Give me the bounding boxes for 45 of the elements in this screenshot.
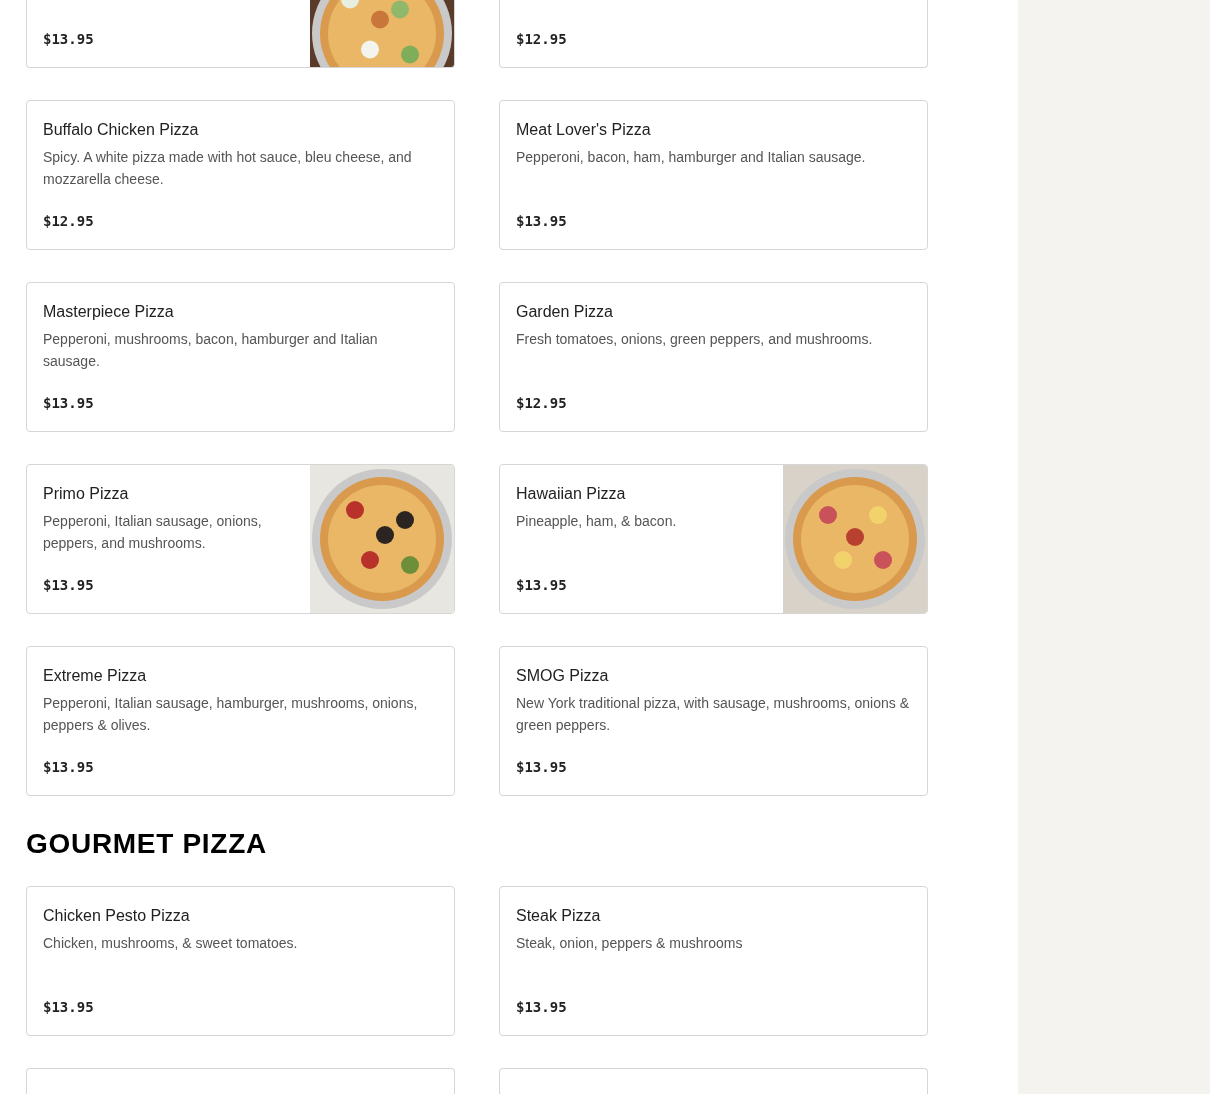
item-price: $12.95	[43, 212, 95, 230]
item-name: Extreme Pizza	[43, 666, 148, 686]
menu-item-card[interactable]: Steak Pizza Steak, onion, peppers & mushrooms $13.95	[499, 886, 928, 1036]
item-description: New York traditional pizza, with sausage, mushrooms, onions & green peppers.	[516, 694, 910, 735]
menu-item-card[interactable]: $12.95	[499, 0, 928, 68]
item-price: $12.95	[516, 30, 568, 48]
item-price: $13.95	[43, 576, 95, 594]
item-price: $13.95	[43, 30, 95, 48]
menu-item-card[interactable]: $13.95	[26, 0, 455, 68]
item-description: Pepperoni, Italian sausage, hamburger, mushrooms, onions, peppers & olives.	[43, 694, 419, 735]
item-description: Pepperoni, mushrooms, bacon, hamburger and Italian sausage.	[43, 330, 379, 371]
item-description: Spicy. A white pizza made with hot sauce, bleu cheese, and mozzarella cheese.	[43, 148, 413, 189]
menu-item-card[interactable]: Hawaiian Pizza Pineapple, ham, & bacon. $13.95	[499, 464, 928, 614]
menu-item-card[interactable]: Buffalo Chicken Pizza Spicy. A white pizza made with hot sauce, bleu cheese, and mozzarella cheese. $12.95	[26, 100, 455, 250]
item-name: Hawaiian Pizza	[516, 484, 627, 504]
menu-item-card[interactable]: Chicken Pesto Pizza Chicken, mushrooms, & sweet tomatoes. $13.95	[26, 886, 455, 1036]
section-heading: GOURMET PIZZA	[26, 828, 268, 860]
item-price: $13.95	[516, 758, 568, 776]
item-price: $13.95	[516, 998, 568, 1016]
item-name: Buffalo Chicken Pizza	[43, 120, 200, 140]
item-description: Pepperoni, Italian sausage, onions, peppers, and mushrooms.	[43, 512, 263, 553]
item-price: $13.95	[516, 212, 568, 230]
item-description: Pineapple, ham, & bacon.	[516, 512, 678, 531]
item-name: Primo Pizza	[43, 484, 130, 504]
menu-item-card[interactable]: Garden Pizza Fresh tomatoes, onions, green peppers, and mushrooms. $12.95	[499, 282, 928, 432]
menu-item-card[interactable]: Masterpiece Pizza Pepperoni, mushrooms, bacon, hamburger and Italian sausage. $13.95	[26, 282, 455, 432]
item-description: Steak, onion, peppers & mushrooms	[516, 934, 744, 953]
menu-item-card[interactable]: Meat Lover's Pizza Pepperoni, bacon, ham, hamburger and Italian sausage. $13.95	[499, 100, 928, 250]
item-name: Chicken Pesto Pizza	[43, 906, 191, 926]
menu-item-card[interactable]: Primo Pizza Pepperoni, Italian sausage, onions, peppers, and mushrooms. $13.95	[26, 464, 455, 614]
item-description: Chicken, mushrooms, & sweet tomatoes.	[43, 934, 299, 953]
item-price: $13.95	[43, 394, 95, 412]
menu-item-card[interactable]: Extreme Pizza Pepperoni, Italian sausage, hamburger, mushrooms, onions, peppers & olives. $13.95	[26, 646, 455, 796]
item-name: Meat Lover's Pizza	[516, 120, 652, 140]
item-price: $13.95	[43, 758, 95, 776]
item-price: $13.95	[516, 576, 568, 594]
item-description: Fresh tomatoes, onions, green peppers, and mushrooms.	[516, 330, 874, 349]
item-price: $12.95	[516, 394, 568, 412]
menu-item-card[interactable]: SMOG Pizza New York traditional pizza, with sausage, mushrooms, onions & green peppers. $13.95	[499, 646, 928, 796]
item-name: Steak Pizza	[516, 906, 602, 926]
item-description: Pepperoni, bacon, ham, hamburger and Italian sausage.	[516, 148, 867, 167]
item-name: Masterpiece Pizza	[43, 302, 175, 322]
item-name: Garden Pizza	[516, 302, 614, 322]
item-price: $13.95	[43, 998, 95, 1016]
item-name: SMOG Pizza	[516, 666, 610, 686]
